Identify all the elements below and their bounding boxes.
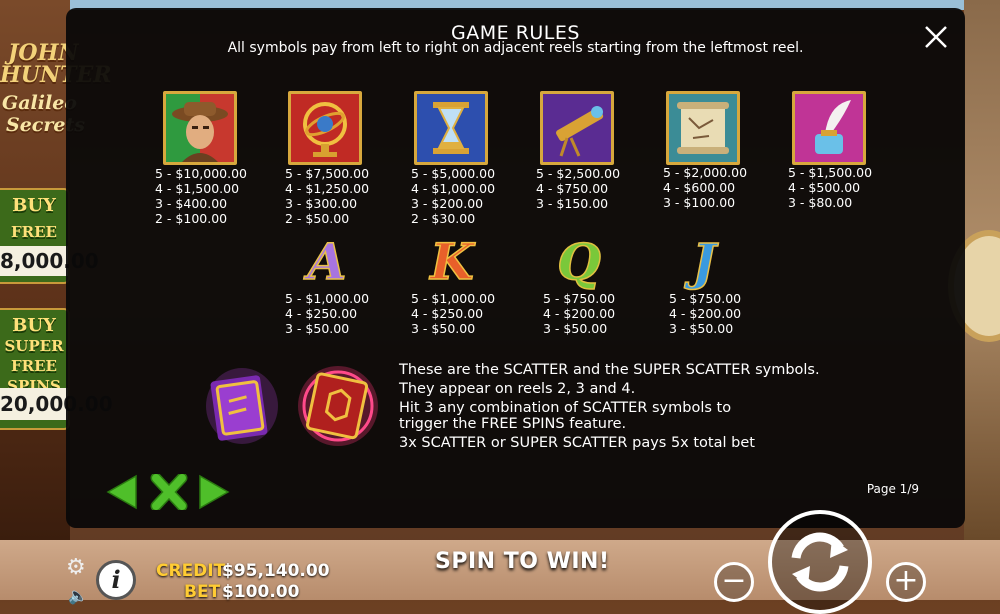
increase-bet-button[interactable]: + [886,562,926,602]
speaker-icon[interactable]: 🔈 [68,586,88,605]
buy-super-free-spins-button[interactable]: BUY SUPER FREE SPINS 20,000.00 [0,308,113,430]
letter-k-symbol: K [430,232,475,291]
spin-to-win-text: SPIN TO WIN! [435,549,610,574]
quill-ink-symbol [792,91,866,165]
arrow-right-icon[interactable] [198,474,230,510]
super-label: SUPER [4,337,64,355]
game-rules-modal: GAME RULES All symbols pay from left to … [66,8,965,528]
paytable-quill-ink: 5 - $1,500.00 4 - $500.00 3 - $80.00 [788,165,873,210]
map-scroll-symbol [666,91,740,165]
spin-arrows-icon [791,532,849,592]
telescope-symbol [540,91,614,165]
buy-free-spins-price: 8,000.00 [0,246,99,276]
spin-button[interactable] [768,510,872,614]
bet-value: $100.00 [222,582,300,602]
scatter-book-icon [206,368,278,444]
close-x-icon[interactable] [150,474,188,510]
buy-free-spins-button[interactable]: BUY FREE SPINS 8,000.00 [0,188,99,284]
john-hunter-symbol [163,91,237,165]
close-icon[interactable] [923,24,949,50]
buy-label: BUY [12,315,56,336]
credit-value: $95,140.00 [222,561,330,581]
page-indicator: Page 1/9 [866,482,919,496]
decrease-bet-button[interactable]: − [714,562,754,602]
paytable-hourglass: 5 - $5,000.00 4 - $1,000.00 3 - $200.00 2 … [411,166,496,226]
paytable-q: 5 - $750.00 4 - $200.00 3 - $50.00 [543,291,616,336]
armillary-sphere-symbol [288,91,362,165]
paytable-j: 5 - $750.00 4 - $200.00 3 - $50.00 [669,291,742,336]
info-button[interactable]: i [96,560,136,600]
right-panel [948,0,1000,540]
scatter-description: These are the SCATTER and the SUPER SCAT… [399,362,820,451]
super-scatter-book-icon [298,366,378,446]
arrow-left-icon[interactable] [106,474,138,510]
game-logo: JOHN HUNTER Galileo Secrets [0,40,112,136]
letter-a-symbol: A [307,232,347,291]
buy-super-free-spins-price: 20,000.00 [0,388,113,420]
paytable-k: 5 - $1,000.00 4 - $250.00 3 - $50.00 [411,291,496,336]
paytable-map-scroll: 5 - $2,000.00 4 - $600.00 3 - $100.00 [663,165,748,210]
credit-label: CREDIT [156,561,226,581]
paytable-john-hunter: 5 - $10,000.00 4 - $1,500.00 3 - $400.00 2… [155,166,247,226]
paytable-a: 5 - $1,000.00 4 - $250.00 3 - $50.00 [285,291,370,336]
bet-label: BET [184,582,221,602]
buy-label: BUY [12,195,56,216]
letter-j-symbol: J [691,232,716,291]
paytable-armillary-sphere: 5 - $7,500.00 4 - $1,250.00 3 - $300.00 2 … [285,166,370,226]
modal-subtitle: All symbols pay from left to right on ad… [227,40,804,56]
hourglass-symbol [414,91,488,165]
gear-icon[interactable]: ⚙ [66,556,90,580]
letter-q-symbol: Q [556,232,601,291]
paytable-telescope: 5 - $2,500.00 4 - $750.00 3 - $150.00 [536,166,621,211]
